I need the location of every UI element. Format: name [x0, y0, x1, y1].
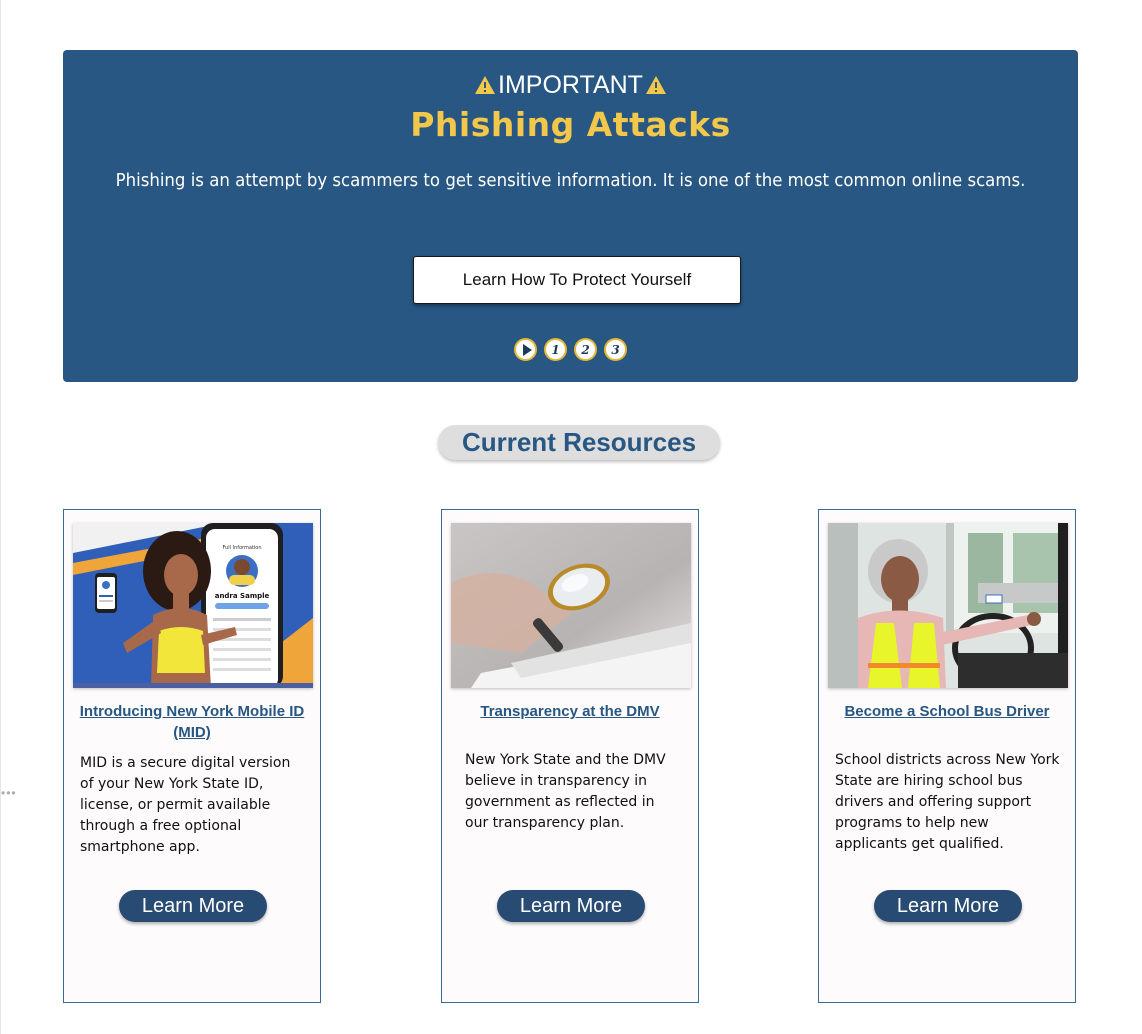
school-bus-driver-image — [828, 523, 1068, 688]
resources-heading: Current Resources — [438, 425, 720, 460]
transparency-link[interactable]: Transparency at the DMV — [452, 701, 688, 722]
carousel-slide-1[interactable]: 1 — [544, 338, 567, 361]
learn-protect-button[interactable]: Learn How To Protect Yourself — [413, 256, 741, 304]
banner-description: Phishing is an attempt by scammers to ge… — [115, 170, 1026, 191]
important-label: IMPORTANT — [498, 70, 643, 99]
phishing-banner: IMPORTANT Phishing Attacks Phishing is a… — [63, 50, 1078, 382]
carousel-slide-2[interactable]: 2 — [574, 338, 597, 361]
warning-icon — [645, 76, 666, 94]
phone-name-text: andra Sample — [215, 592, 270, 600]
mobile-id-link[interactable]: Introducing New York Mobile ID (MID) — [74, 701, 310, 743]
resource-card-transparency: Transparency at the DMV New York State a… — [441, 509, 699, 1003]
play-icon — [522, 343, 532, 356]
transparency-description: New York State and the DMV believe in tr… — [465, 752, 666, 831]
learn-more-button-mobile-id[interactable]: Learn More — [119, 890, 267, 922]
school-bus-description: School districts across New York State a… — [835, 752, 1060, 852]
phone-header-text: Full Information — [222, 545, 261, 551]
more-icon[interactable]: ••• — [1, 786, 17, 800]
learn-more-button-school-bus[interactable]: Learn More — [874, 890, 1022, 922]
resource-card-school-bus: Become a School Bus Driver School distri… — [818, 509, 1076, 1003]
warning-icon — [475, 76, 496, 94]
learn-more-button-transparency[interactable]: Learn More — [497, 890, 645, 922]
transparency-image — [451, 523, 691, 688]
mobile-id-description: MID is a secure digital version of your … — [80, 755, 291, 855]
school-bus-link[interactable]: Become a School Bus Driver — [829, 701, 1065, 722]
carousel-slide-3[interactable]: 3 — [604, 338, 627, 361]
carousel-play-button[interactable] — [514, 338, 537, 361]
resource-card-mobile-id: Full Information andra Sample Introducin… — [63, 509, 321, 1003]
banner-title: Phishing Attacks — [410, 105, 731, 144]
important-kicker: IMPORTANT — [63, 70, 1078, 100]
mobile-id-image: Full Information andra Sample — [73, 523, 313, 688]
page-left-border — [0, 0, 1, 1034]
carousel-controls: 1 2 3 — [63, 338, 1078, 361]
